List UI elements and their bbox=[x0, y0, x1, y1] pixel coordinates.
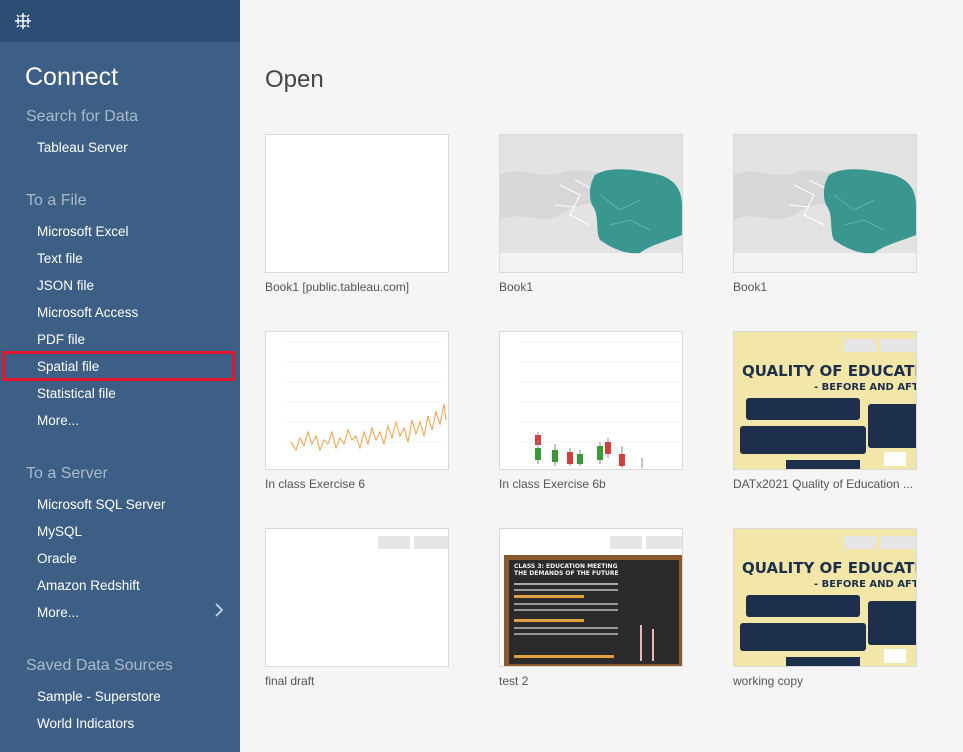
saved-data-sources-heading: Saved Data Sources bbox=[26, 657, 173, 674]
connector-microsoft-sql-server[interactable]: Microsoft SQL Server bbox=[37, 497, 166, 512]
thumbnail-tab-marker bbox=[646, 536, 682, 549]
line-chart-thumbnail-image bbox=[286, 341, 447, 452]
workbook-card[interactable]: QUALITY OF EDUCATIO - BEFORE AND AFT DAT… bbox=[733, 331, 917, 491]
thumbnail-tab-marker bbox=[414, 536, 448, 549]
workbook-card[interactable]: CLASS 3: EDUCATION MEETING THE DEMANDS O… bbox=[499, 528, 683, 688]
connector-statistical-file[interactable]: Statistical file bbox=[37, 386, 116, 401]
to-a-file-heading: To a File bbox=[26, 192, 87, 209]
workbook-name[interactable]: In class Exercise 6 bbox=[265, 477, 449, 491]
connector-text-file[interactable]: Text file bbox=[37, 251, 83, 266]
connector-oracle[interactable]: Oracle bbox=[37, 551, 77, 566]
chevron-right-icon[interactable] bbox=[214, 603, 224, 617]
poster-thumbnail-image: QUALITY OF EDUCATIO - BEFORE AND AFT bbox=[734, 529, 916, 666]
workbook-card[interactable]: Book1 [public.tableau.com] bbox=[265, 134, 449, 294]
thumbnail-tab-marker bbox=[880, 536, 916, 549]
workbook-name[interactable]: Book1 bbox=[733, 280, 917, 294]
open-panel: Open Book1 [public.tableau.com] Book1 Bo… bbox=[240, 0, 963, 752]
workbook-name[interactable]: test 2 bbox=[499, 674, 683, 688]
open-title: Open bbox=[265, 66, 324, 93]
workbook-thumbnail[interactable]: CLASS 3: EDUCATION MEETING THE DEMANDS O… bbox=[499, 528, 683, 667]
workbook-thumbnail[interactable] bbox=[265, 134, 449, 273]
connector-microsoft-access[interactable]: Microsoft Access bbox=[37, 305, 138, 320]
thumbnail-tab-marker bbox=[880, 339, 916, 352]
thumbnail-tab-marker bbox=[844, 536, 876, 549]
connector-server-more[interactable]: More... bbox=[37, 605, 79, 620]
workbook-name[interactable]: Book1 bbox=[499, 280, 683, 294]
connector-microsoft-excel[interactable]: Microsoft Excel bbox=[37, 224, 129, 239]
workbook-card[interactable]: In class Exercise 6b bbox=[499, 331, 683, 491]
workbook-thumbnail[interactable]: QUALITY OF EDUCATIO - BEFORE AND AFT bbox=[733, 331, 917, 470]
connector-pdf-file[interactable]: PDF file bbox=[37, 332, 85, 347]
workbook-card[interactable]: Book1 bbox=[733, 134, 917, 294]
thumbnail-tab-marker bbox=[844, 339, 876, 352]
poster-thumbnail-image: QUALITY OF EDUCATIO - BEFORE AND AFT bbox=[734, 332, 916, 469]
connect-sidebar: Connect Search for Data Tableau Server T… bbox=[0, 0, 240, 752]
workbook-name[interactable]: In class Exercise 6b bbox=[499, 477, 683, 491]
sidebar-topbar bbox=[0, 0, 240, 42]
workbook-thumbnail[interactable] bbox=[499, 331, 683, 470]
tableau-logo-icon[interactable] bbox=[14, 12, 32, 30]
workbook-thumbnail[interactable] bbox=[265, 528, 449, 667]
connector-amazon-redshift[interactable]: Amazon Redshift bbox=[37, 578, 140, 593]
poster-title: QUALITY OF EDUCATIO bbox=[742, 559, 917, 577]
candlestick-thumbnail-image bbox=[520, 341, 680, 468]
workbook-card[interactable]: Book1 bbox=[499, 134, 683, 294]
workbook-name[interactable]: Book1 [public.tableau.com] bbox=[265, 280, 449, 294]
chalkboard-thumbnail-image: CLASS 3: EDUCATION MEETING THE DEMANDS O… bbox=[500, 529, 682, 666]
workbook-card[interactable]: final draft bbox=[265, 528, 449, 688]
connector-mysql[interactable]: MySQL bbox=[37, 524, 82, 539]
workbook-card[interactable]: QUALITY OF EDUCATIO - BEFORE AND AFT wor… bbox=[733, 528, 917, 688]
workbook-thumbnail[interactable] bbox=[265, 331, 449, 470]
poster-title: QUALITY OF EDUCATIO bbox=[742, 362, 917, 380]
poster-subtitle: - BEFORE AND AFT bbox=[814, 579, 917, 590]
saved-source-sample-superstore[interactable]: Sample - Superstore bbox=[37, 689, 161, 704]
thumbnail-tab-marker bbox=[610, 536, 642, 549]
connector-file-more[interactable]: More... bbox=[37, 413, 79, 428]
map-thumbnail-image bbox=[500, 135, 682, 272]
map-thumbnail-image bbox=[734, 135, 916, 272]
connector-spatial-file[interactable]: Spatial file bbox=[37, 359, 99, 374]
search-for-data-heading[interactable]: Search for Data bbox=[26, 108, 138, 126]
workbook-name[interactable]: DATx2021 Quality of Education ... bbox=[733, 477, 917, 491]
thumbnail-tab-marker bbox=[378, 536, 410, 549]
workbook-card[interactable]: In class Exercise 6 bbox=[265, 331, 449, 491]
workbook-name[interactable]: final draft bbox=[265, 674, 449, 688]
chalkboard-title: CLASS 3: EDUCATION MEETING THE DEMANDS O… bbox=[514, 563, 619, 577]
workbook-thumbnail[interactable]: QUALITY OF EDUCATIO - BEFORE AND AFT bbox=[733, 528, 917, 667]
workbook-name[interactable]: working copy bbox=[733, 674, 917, 688]
saved-source-world-indicators[interactable]: World Indicators bbox=[37, 716, 134, 731]
workbook-thumbnail[interactable] bbox=[733, 134, 917, 273]
connect-title: Connect bbox=[25, 63, 119, 91]
poster-subtitle: - BEFORE AND AFT bbox=[814, 382, 917, 393]
connector-tableau-server[interactable]: Tableau Server bbox=[37, 140, 128, 155]
to-a-server-heading: To a Server bbox=[26, 465, 108, 482]
workbook-thumbnail[interactable] bbox=[499, 134, 683, 273]
connector-json-file[interactable]: JSON file bbox=[37, 278, 94, 293]
